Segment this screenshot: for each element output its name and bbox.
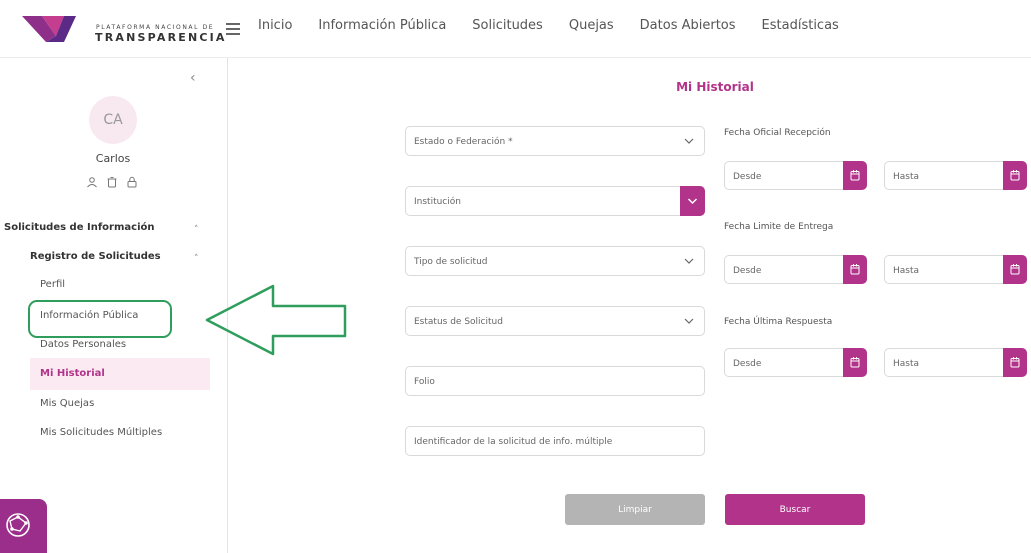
chevron-down-icon [684, 258, 694, 264]
estado-placeholder: Estado o Federación * [414, 137, 513, 147]
desde-placeholder: Desde [733, 359, 762, 369]
entrega-hasta-input[interactable]: Hasta [884, 255, 1027, 284]
sidebar-section-solicitudes[interactable]: Solicitudes de Información [4, 222, 154, 233]
identificador-input[interactable]: Identificador de la solicitud de info. m… [405, 426, 705, 456]
folio-placeholder: Folio [414, 377, 435, 387]
nav-quejas[interactable]: Quejas [569, 18, 614, 33]
sidebar-item-perfil[interactable]: Perfil [40, 279, 65, 290]
calendar-button[interactable] [843, 161, 867, 190]
calendar-button[interactable] [843, 348, 867, 377]
estatus-select[interactable]: Estatus de Solicitud [405, 306, 705, 336]
page-title: Mi Historial [676, 80, 754, 94]
logo[interactable]: PLATAFORMA NACIONAL DE TRANSPARENCIA [20, 12, 224, 46]
institucion-select[interactable]: Institución [405, 186, 705, 216]
sidebar-item-solicitudes-multiples[interactable]: Mis Solicitudes Múltiples [40, 427, 162, 438]
calendar-icon [1010, 357, 1020, 368]
logo-title: TRANSPARENCIA [95, 31, 227, 44]
folio-input[interactable]: Folio [405, 366, 705, 396]
search-button[interactable]: Buscar [725, 494, 865, 525]
fecha-recepcion-label: Fecha Oficial Recepción [724, 128, 831, 138]
nav-estadisticas[interactable]: Estadísticas [762, 18, 839, 33]
sidebar-item-datos-personales[interactable]: Datos Personales [40, 339, 126, 350]
accessibility-badge[interactable] [0, 499, 47, 553]
calendar-button[interactable] [843, 255, 867, 284]
desde-placeholder: Desde [733, 172, 762, 182]
main-nav: Inicio Información Pública Solicitudes Q… [258, 18, 865, 33]
calendar-button[interactable] [1003, 161, 1027, 190]
respuesta-desde-input[interactable]: Desde [724, 348, 867, 377]
identificador-placeholder: Identificador de la solicitud de info. m… [414, 437, 613, 447]
logo-mark-icon [22, 16, 76, 42]
nav-datos-abiertos[interactable]: Datos Abiertos [640, 18, 736, 33]
chevron-down-icon [684, 138, 694, 144]
chevron-down-icon [684, 318, 694, 324]
desde-placeholder: Desde [733, 266, 762, 276]
top-header: PLATAFORMA NACIONAL DE TRANSPARENCIA Ini… [0, 0, 1031, 58]
recepcion-desde-input[interactable]: Desde [724, 161, 867, 190]
user-icon[interactable] [86, 176, 98, 188]
trash-icon[interactable] [106, 176, 118, 188]
user-name: Carlos [95, 152, 131, 165]
collapse-sidebar-icon[interactable]: ‹ [190, 70, 196, 86]
sidebar-item-mis-quejas[interactable]: Mis Quejas [40, 398, 94, 409]
fecha-entrega-label: Fecha Limite de Entrega [724, 222, 834, 232]
fecha-respuesta-label: Fecha Última Respuesta [724, 317, 833, 327]
network-globe-icon [6, 513, 30, 537]
calendar-icon [850, 357, 860, 368]
tipo-placeholder: Tipo de solicitud [414, 257, 488, 267]
estatus-placeholder: Estatus de Solicitud [414, 317, 503, 327]
clear-button[interactable]: Limpiar [565, 494, 705, 525]
calendar-icon [1010, 170, 1020, 181]
annotation-arrow-icon [205, 284, 347, 356]
nav-inicio[interactable]: Inicio [258, 18, 292, 33]
hasta-placeholder: Hasta [893, 359, 920, 369]
sidebar-subsection-registro[interactable]: Registro de Solicitudes [30, 251, 161, 262]
respuesta-hasta-input[interactable]: Hasta [884, 348, 1027, 377]
calendar-button[interactable] [1003, 255, 1027, 284]
hamburger-menu-icon[interactable] [223, 20, 243, 38]
calendar-button[interactable] [1003, 348, 1027, 377]
nav-solicitudes[interactable]: Solicitudes [472, 18, 543, 33]
user-actions [86, 176, 138, 188]
estado-select[interactable]: Estado o Federación * [405, 126, 705, 156]
sidebar-item-mi-historial[interactable]: Mi Historial [40, 368, 105, 379]
lock-icon[interactable] [126, 176, 138, 188]
institucion-placeholder: Institución [414, 197, 461, 207]
chevron-up-icon[interactable]: ˄ [194, 254, 199, 264]
recepcion-hasta-input[interactable]: Hasta [884, 161, 1027, 190]
calendar-icon [850, 170, 860, 181]
chevron-down-icon [687, 198, 698, 205]
logo-subtitle: PLATAFORMA NACIONAL DE [96, 24, 215, 31]
entrega-desde-input[interactable]: Desde [724, 255, 867, 284]
tipo-solicitud-select[interactable]: Tipo de solicitud [405, 246, 705, 276]
nav-informacion-publica[interactable]: Información Pública [318, 18, 446, 33]
annotation-highlight-box [28, 300, 172, 338]
institucion-dropdown-button[interactable] [680, 186, 705, 216]
hasta-placeholder: Hasta [893, 172, 920, 182]
chevron-up-icon[interactable]: ˄ [194, 225, 199, 235]
calendar-icon [1010, 264, 1020, 275]
hasta-placeholder: Hasta [893, 266, 920, 276]
calendar-icon [850, 264, 860, 275]
avatar: CA [89, 96, 137, 144]
